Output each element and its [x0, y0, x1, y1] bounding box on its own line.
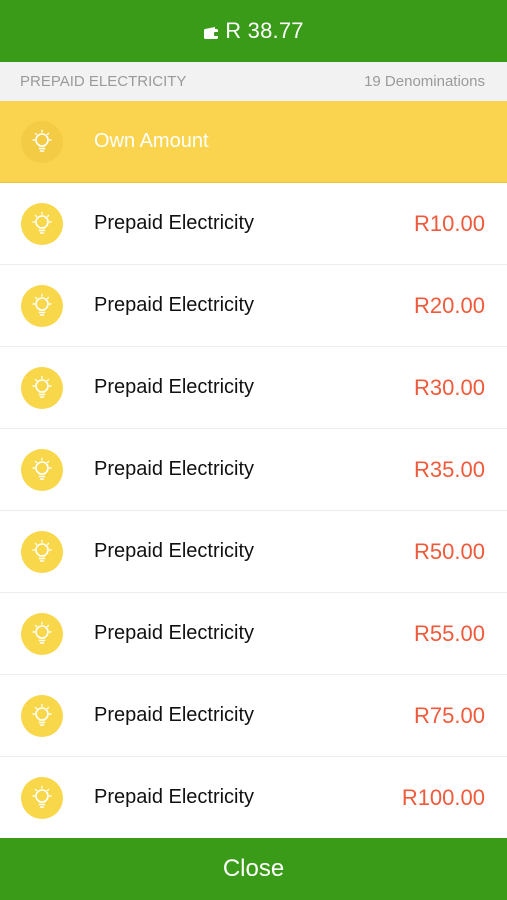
list-item[interactable]: Prepaid Electricity R10.00 — [0, 183, 507, 265]
top-bar: R 38.77 — [0, 0, 507, 62]
lightbulb-icon — [21, 366, 63, 409]
list-item[interactable]: Prepaid Electricity R30.00 — [0, 347, 507, 429]
lightbulb-icon — [21, 694, 63, 737]
list-item[interactable]: Prepaid Electricity R55.00 — [0, 593, 507, 675]
lightbulb-icon — [21, 120, 63, 163]
lightbulb-icon — [21, 612, 63, 655]
item-price: R75.00 — [414, 702, 485, 728]
item-price: R20.00 — [414, 292, 485, 318]
list-item[interactable]: Prepaid Electricity R100.00 — [0, 757, 507, 838]
lightbulb-icon — [21, 284, 63, 327]
item-label: Prepaid Electricity — [94, 540, 255, 562]
own-amount-label: Own Amount — [94, 130, 209, 152]
denomination-count: 19 Denominations — [364, 73, 485, 90]
item-label: Prepaid Electricity — [94, 376, 255, 398]
list-item[interactable]: Prepaid Electricity R20.00 — [0, 265, 507, 347]
item-price: R35.00 — [414, 456, 485, 482]
lightbulb-icon — [21, 448, 63, 491]
item-price: R100.00 — [401, 784, 485, 810]
list-item[interactable]: Prepaid Electricity R35.00 — [0, 429, 507, 511]
item-label: Prepaid Electricity — [94, 786, 255, 808]
item-price: R30.00 — [414, 374, 485, 400]
close-button[interactable]: Close — [0, 838, 507, 900]
item-price: R50.00 — [414, 538, 485, 564]
own-amount-item[interactable]: Own Amount — [0, 101, 507, 183]
lightbulb-icon — [21, 530, 63, 573]
item-price: R10.00 — [414, 210, 485, 236]
item-label: Prepaid Electricity — [94, 458, 255, 480]
balance-display: R 38.77 — [203, 18, 304, 44]
list-item[interactable]: Prepaid Electricity R75.00 — [0, 675, 507, 757]
item-label: Prepaid Electricity — [94, 294, 255, 316]
category-header: PREPAID ELECTRICITY 19 Denominations — [0, 62, 507, 101]
wallet-icon — [203, 22, 221, 40]
lightbulb-icon — [21, 202, 63, 245]
close-button-label: Close — [222, 855, 285, 882]
list-item[interactable]: Prepaid Electricity R50.00 — [0, 511, 507, 593]
lightbulb-icon — [21, 776, 63, 819]
item-label: Prepaid Electricity — [94, 622, 255, 644]
item-price: R55.00 — [414, 620, 485, 646]
balance-amount: R 38.77 — [225, 18, 304, 43]
denomination-list: Own Amount Prepaid Electricity R10.00 Pr… — [0, 101, 507, 838]
category-title: PREPAID ELECTRICITY — [20, 73, 187, 90]
item-label: Prepaid Electricity — [94, 704, 255, 726]
item-label: Prepaid Electricity — [94, 212, 255, 234]
